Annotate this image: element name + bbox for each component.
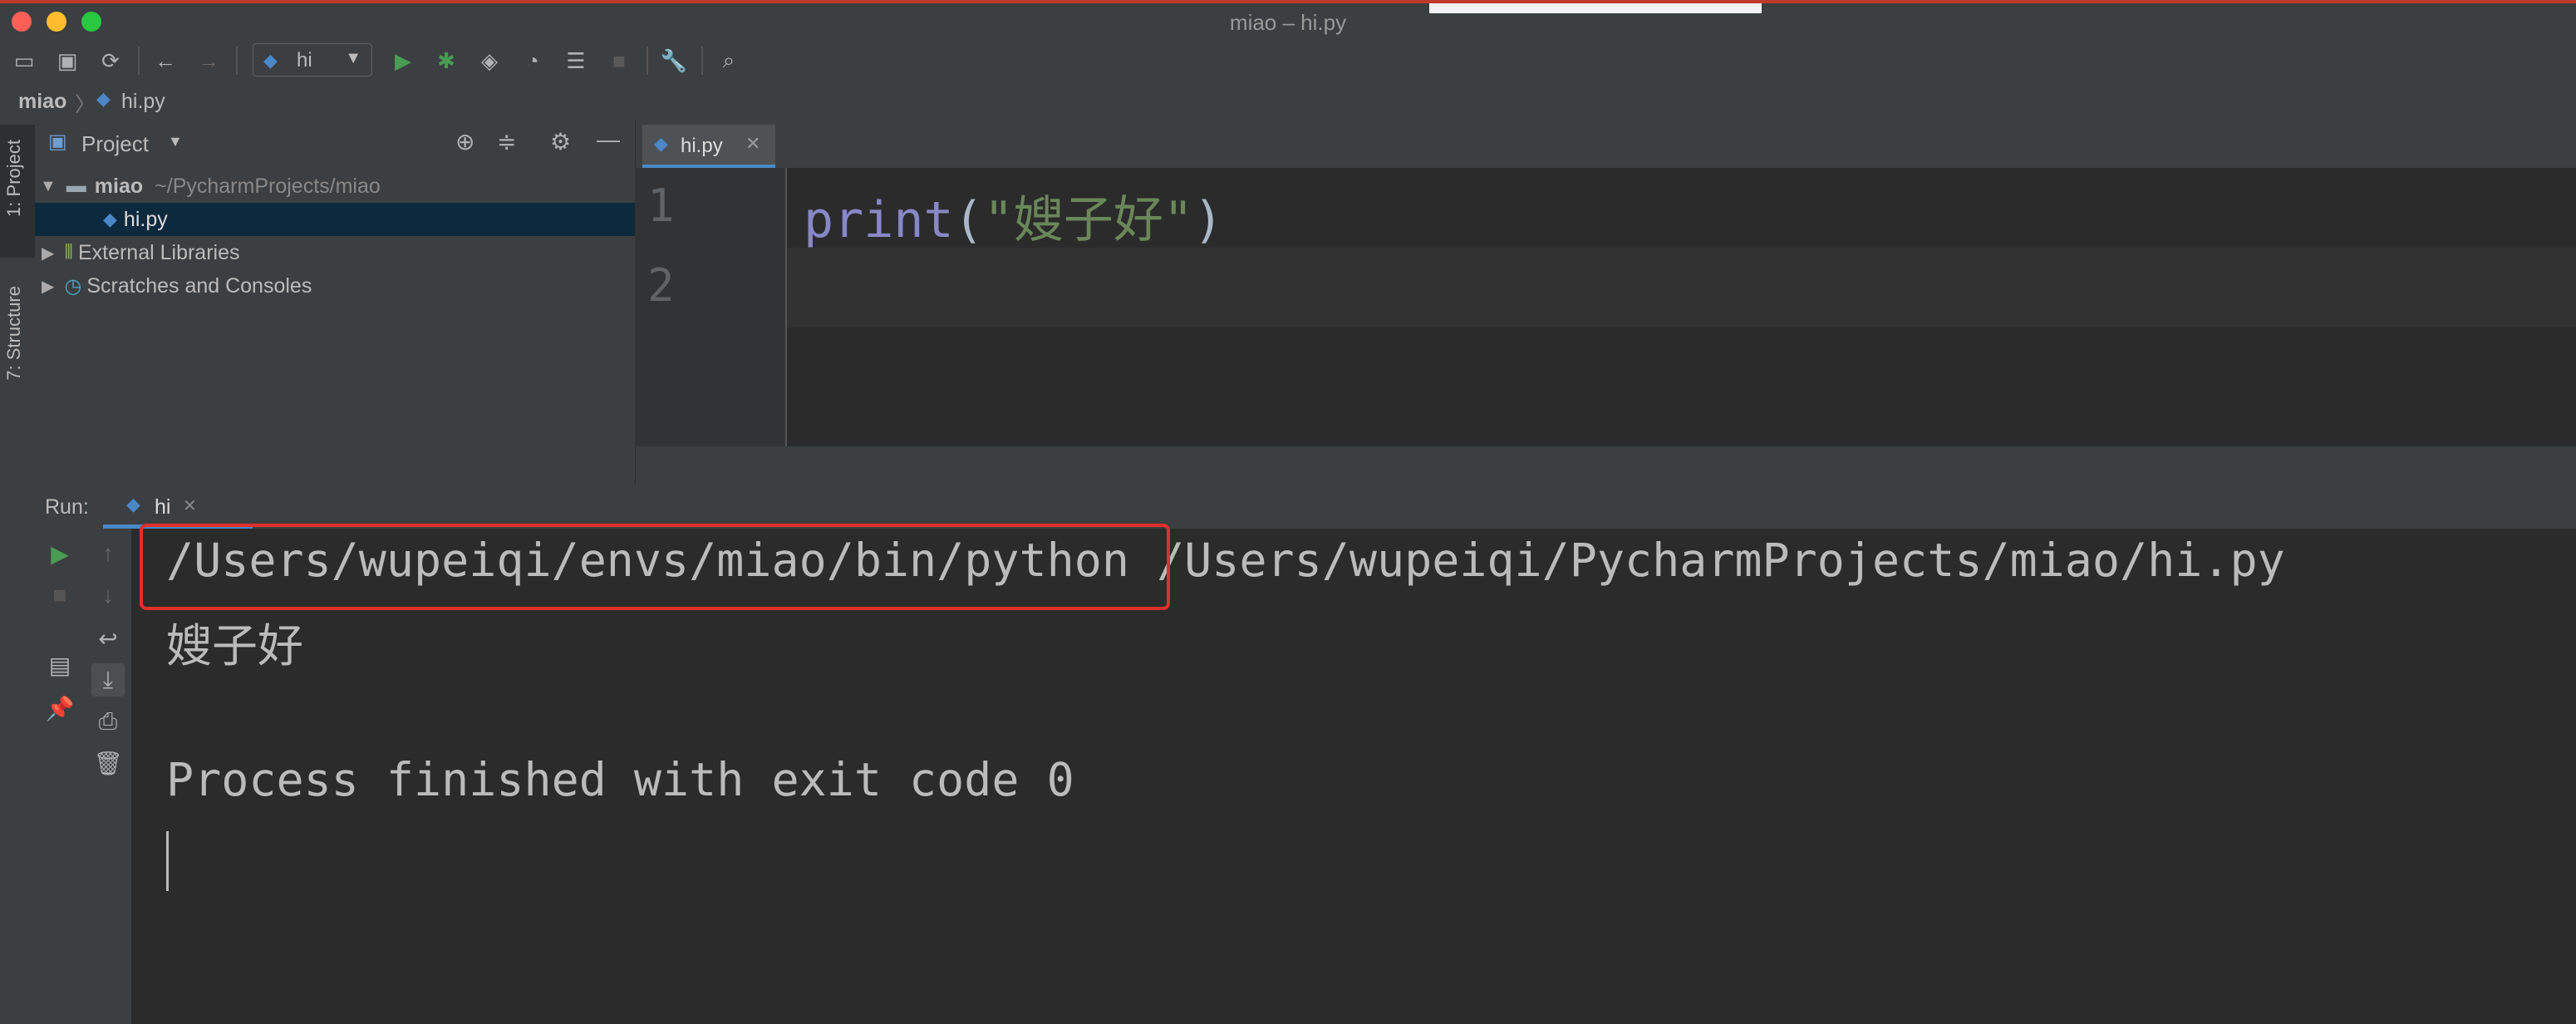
tree-item-root[interactable]: ▼ ▬ miao ~/PycharmProjects/miao <box>35 170 635 203</box>
locate-target-icon[interactable]: ⊕ <box>455 128 474 155</box>
tree-root-path: ~/PycharmProjects/miao <box>155 174 381 198</box>
editor-tab-label: hi.py <box>681 135 723 157</box>
main-toolbar: ▭ ▣ ⟳ ← → ◆ hi ▼ ▶ ✱ ◈ ◔ ☰ ■ 🔧 ⌕ <box>0 38 2576 84</box>
stop-icon[interactable]: ■ <box>605 47 633 75</box>
toolbar-separator <box>236 47 238 75</box>
tree-scratches-label: Scratches and Consoles <box>86 273 312 298</box>
code-line-1: print("嫂子好") <box>804 180 1223 252</box>
chevron-right-icon: ▶ <box>42 277 55 296</box>
up-arrow-icon[interactable]: ↑ <box>91 537 125 570</box>
tree-item-hi-py[interactable]: ◆ hi.py <box>35 203 635 236</box>
console-script-path: /Users/wupeiqi/PycharmProjects/miao/hi.p… <box>1128 534 2285 587</box>
hide-panel-icon[interactable]: — <box>597 126 620 153</box>
code-editor[interactable]: 1 2 print("嫂子好") <box>636 168 2576 446</box>
toolbar-separator <box>646 47 648 75</box>
python-file-icon: ◆ <box>103 209 117 229</box>
tree-root-name: miao <box>94 174 144 198</box>
code-function: print <box>804 191 954 249</box>
text-cursor <box>166 831 169 891</box>
project-window-icon: ▣ <box>48 130 67 153</box>
breadcrumb-file[interactable]: hi.py <box>121 90 165 114</box>
chevron-down-icon: ▼ <box>40 176 57 195</box>
python-icon: ◆ <box>263 50 278 71</box>
toolbar-separator <box>701 47 703 75</box>
tab-project[interactable]: 1: Project <box>3 140 25 217</box>
chevron-down-icon[interactable]: ▼ <box>168 133 183 150</box>
console-exit-line: Process finished with exit code 0 <box>166 753 1074 806</box>
tree-file-name: hi.py <box>123 207 168 231</box>
chevron-right-icon: ▶ <box>42 244 55 263</box>
search-icon[interactable]: ⌕ <box>715 47 743 75</box>
coverage-shield-icon[interactable]: ◈ <box>475 47 504 75</box>
tool-window-strip: 1: Project 7: Structure <box>0 120 36 1024</box>
code-string: "嫂子好" <box>983 191 1193 249</box>
tab-hi-py[interactable]: ◆ hi.py ✕ <box>642 125 775 168</box>
editor-tab-bar: ◆ hi.py ✕ <box>636 120 2576 169</box>
stop-icon[interactable]: ■ <box>43 578 76 612</box>
title-bar: miao – hi.py <box>0 0 2576 38</box>
close-icon[interactable]: ✕ <box>745 133 760 155</box>
current-line-highlight <box>787 248 2576 327</box>
console-output[interactable]: /Users/wupeiqi/envs/miao/bin/python /Use… <box>131 524 2576 1024</box>
breadcrumb: miao 〉 ◆ hi.py <box>0 83 2576 121</box>
run-toolbar: ▶ ↑ ■ ↓ ↩ ▤ ⤓ 📌 ⎙ 🗑 <box>35 529 132 1024</box>
print-icon[interactable]: ⎙ <box>91 705 125 738</box>
tab-structure[interactable]: 7: Structure <box>3 286 25 381</box>
line-number: 2 <box>647 259 675 312</box>
folder-icon: ▬ <box>66 175 86 197</box>
scratches-icon: ◷ <box>64 274 82 298</box>
run-icon[interactable]: ▶ <box>389 47 417 75</box>
soft-wrap-icon[interactable]: ↩ <box>91 622 125 655</box>
toolbar-separator <box>138 47 140 75</box>
run-tab-label: hi <box>155 495 171 519</box>
window-title: miao – hi.py <box>1229 10 1347 35</box>
collapse-all-icon[interactable]: ≑ <box>497 128 516 155</box>
code-paren: ( <box>953 191 984 249</box>
run-label: Run: <box>45 495 89 519</box>
tree-item-scratches[interactable]: ▶ ◷ Scratches and Consoles <box>35 269 635 303</box>
forward-arrow-icon[interactable]: → <box>194 47 223 75</box>
concurrency-icon[interactable]: ☰ <box>562 47 590 75</box>
code-paren: ) <box>1193 191 1224 249</box>
run-config-label: hi <box>297 49 312 71</box>
gear-icon[interactable]: ⚙ <box>550 128 571 155</box>
debug-bug-icon[interactable]: ✱ <box>432 47 460 75</box>
breadcrumb-chevron-icon: 〉 <box>75 93 96 116</box>
console-output-line: 嫂子好 <box>166 619 304 672</box>
editor-bottom-bar <box>636 446 2576 485</box>
trash-icon[interactable]: 🗑 <box>91 746 125 780</box>
library-icon: ⦀ <box>64 241 73 263</box>
save-icon[interactable]: ▣ <box>53 47 81 75</box>
open-folder-icon[interactable]: ▭ <box>10 47 38 75</box>
project-panel: ▣ Project ▼ ⊕ ≑ ⚙ — ▼ ▬ miao ~/PycharmPr… <box>35 120 636 485</box>
profile-icon[interactable]: ◔ <box>519 47 547 75</box>
python-icon: ◆ <box>126 494 140 514</box>
tree-item-external-libraries[interactable]: ▶ ⦀ External Libraries <box>35 236 635 269</box>
line-number-gutter: 1 2 <box>636 168 787 446</box>
project-panel-header: ▣ Project ▼ ⊕ ≑ ⚙ — <box>35 120 635 165</box>
python-file-icon: ◆ <box>654 133 668 154</box>
highlight-box <box>140 524 1170 610</box>
run-config-select[interactable]: ◆ hi ▼ <box>253 43 372 76</box>
wrench-settings-icon[interactable]: 🔧 <box>660 47 688 75</box>
scroll-to-end-icon[interactable]: ⤓ <box>91 663 125 697</box>
python-file-icon: ◆ <box>96 88 111 109</box>
chevron-down-icon: ▼ <box>345 49 361 67</box>
close-icon[interactable]: ✕ <box>183 495 197 516</box>
back-arrow-icon[interactable]: ← <box>151 47 179 75</box>
layout-icon[interactable]: ▤ <box>43 648 76 682</box>
sync-icon[interactable]: ⟳ <box>96 47 125 75</box>
rerun-icon[interactable]: ▶ <box>43 537 76 570</box>
line-number: 1 <box>647 180 675 232</box>
tree-external-label: External Libraries <box>77 240 240 264</box>
breadcrumb-project[interactable]: miao <box>18 90 66 114</box>
pin-icon[interactable]: 📌 <box>43 692 76 725</box>
project-panel-title[interactable]: Project <box>81 131 149 157</box>
run-tab-hi[interactable]: ◆ hi ✕ <box>103 485 253 529</box>
down-arrow-icon[interactable]: ↓ <box>91 578 125 612</box>
